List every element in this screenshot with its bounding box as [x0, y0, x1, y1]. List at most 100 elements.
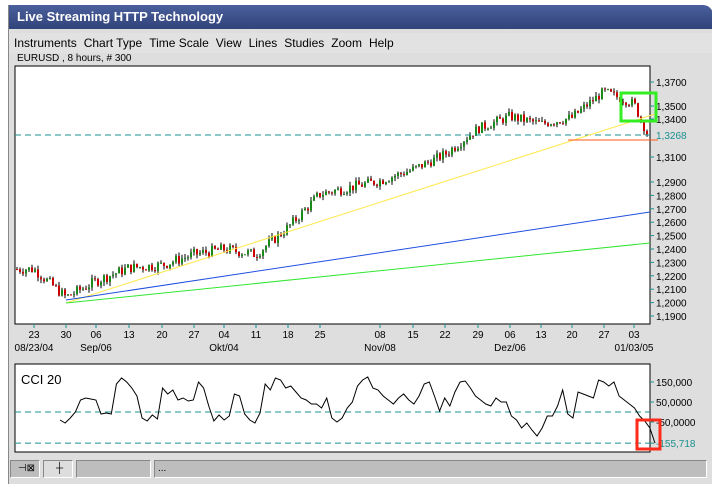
candle-body [259, 256, 261, 258]
candle-body [370, 178, 372, 181]
crosshair-icon[interactable]: ┼ [43, 460, 73, 478]
candle-body [580, 108, 582, 113]
cci-tick-label: 50,0000 [656, 398, 693, 409]
candle-body [187, 257, 189, 259]
candle-body [577, 110, 579, 113]
candle-body [355, 180, 357, 191]
candle-body [52, 277, 54, 286]
price-tick-label: 1,1900 [656, 312, 687, 323]
candle-body [229, 245, 231, 253]
price-tick-label: 1,3700 [656, 78, 687, 89]
date-tick-label: 23 [28, 330, 40, 341]
candle-body [388, 181, 390, 183]
candle-body [166, 265, 168, 268]
date-tick-label: 13 [123, 330, 135, 341]
candle-body [412, 166, 414, 171]
candle-body [532, 119, 534, 122]
candle-body [568, 114, 570, 119]
candle-body [151, 264, 153, 271]
candle-body [304, 208, 306, 211]
cci-pane[interactable] [14, 363, 651, 453]
candle-body [178, 256, 180, 264]
candle-body [445, 151, 447, 155]
candle-body [289, 224, 291, 226]
candle-body [136, 263, 138, 268]
date-tick-label: 11 [251, 330, 262, 341]
candle-body [628, 105, 630, 107]
chart-canvas[interactable]: 1,3700 1,3500 1,3400 1,3100 1,2900 1,2800 1,27… [0, 0, 712, 484]
candle-body [496, 117, 498, 123]
candle-body [403, 173, 405, 176]
candle-body [112, 274, 114, 277]
date-tick-label: 06 [504, 330, 516, 341]
cci-tick-label: 150,000 [656, 378, 693, 389]
candle-body [502, 118, 504, 123]
candle-body [592, 100, 594, 102]
candle-body [340, 188, 342, 195]
candle-body [103, 275, 105, 283]
candle-body [265, 246, 267, 251]
candle-body [565, 118, 567, 124]
candle-body [70, 294, 72, 296]
candle-body [214, 245, 216, 249]
date-major-label: 08/23/04 [15, 343, 54, 354]
candle-body [439, 153, 441, 160]
price-tick-label: 1,3400 [656, 115, 687, 126]
candle-body [61, 289, 63, 296]
candle-body [40, 277, 42, 280]
candle-body [376, 184, 378, 187]
candle-body [430, 162, 432, 166]
candle-body [484, 122, 486, 129]
candle-body [550, 124, 552, 126]
candle-body [433, 157, 435, 166]
candle-body [490, 127, 492, 129]
candle-body [193, 249, 195, 253]
price-tick-label: 1,2400 [656, 245, 687, 256]
candle-body [73, 293, 75, 296]
candle-body [232, 245, 234, 247]
candle-body [67, 294, 69, 296]
candle-body [127, 264, 129, 268]
candle-body [598, 95, 600, 100]
candle-body [241, 254, 243, 256]
candle-body [283, 234, 285, 236]
candle-body [517, 114, 519, 121]
price-tick-label: 1,2800 [656, 191, 687, 202]
price-tick-label: 1,2200 [656, 272, 687, 283]
candle-body [82, 288, 84, 290]
candle-body [364, 182, 366, 187]
candle-body [400, 172, 402, 174]
candle-body [310, 200, 312, 211]
candle-body [535, 120, 537, 122]
candle-body [223, 244, 225, 251]
candle-body [409, 170, 411, 172]
date-tick-label: 25 [314, 330, 326, 341]
price-tick-label: 1,3100 [656, 153, 687, 164]
candle-body [529, 117, 531, 120]
candle-body [301, 210, 303, 221]
candle-body [85, 288, 87, 290]
candle-body [325, 191, 327, 196]
pin-icon[interactable]: ⊣⊠ [10, 460, 40, 478]
cci-title: CCI 20 [21, 372, 61, 387]
candle-body [418, 164, 420, 166]
candle-body [286, 225, 288, 235]
candle-body [508, 111, 510, 116]
candle-body [28, 267, 30, 271]
candle-body [481, 122, 483, 133]
candle-body [328, 191, 330, 193]
candle-body [169, 264, 171, 268]
candle-body [373, 180, 375, 185]
candle-body [436, 153, 438, 158]
candle-body [94, 278, 96, 280]
candle-body [142, 266, 144, 270]
candle-body [394, 176, 396, 178]
candle-body [139, 266, 141, 268]
candle-body [589, 100, 591, 107]
candle-body [145, 269, 147, 271]
candle-body [121, 267, 123, 275]
candle-body [175, 256, 177, 263]
candle-body [586, 104, 588, 107]
candle-body [19, 269, 21, 272]
status-bar: ⊣⊠ ┼ ... [10, 460, 707, 478]
